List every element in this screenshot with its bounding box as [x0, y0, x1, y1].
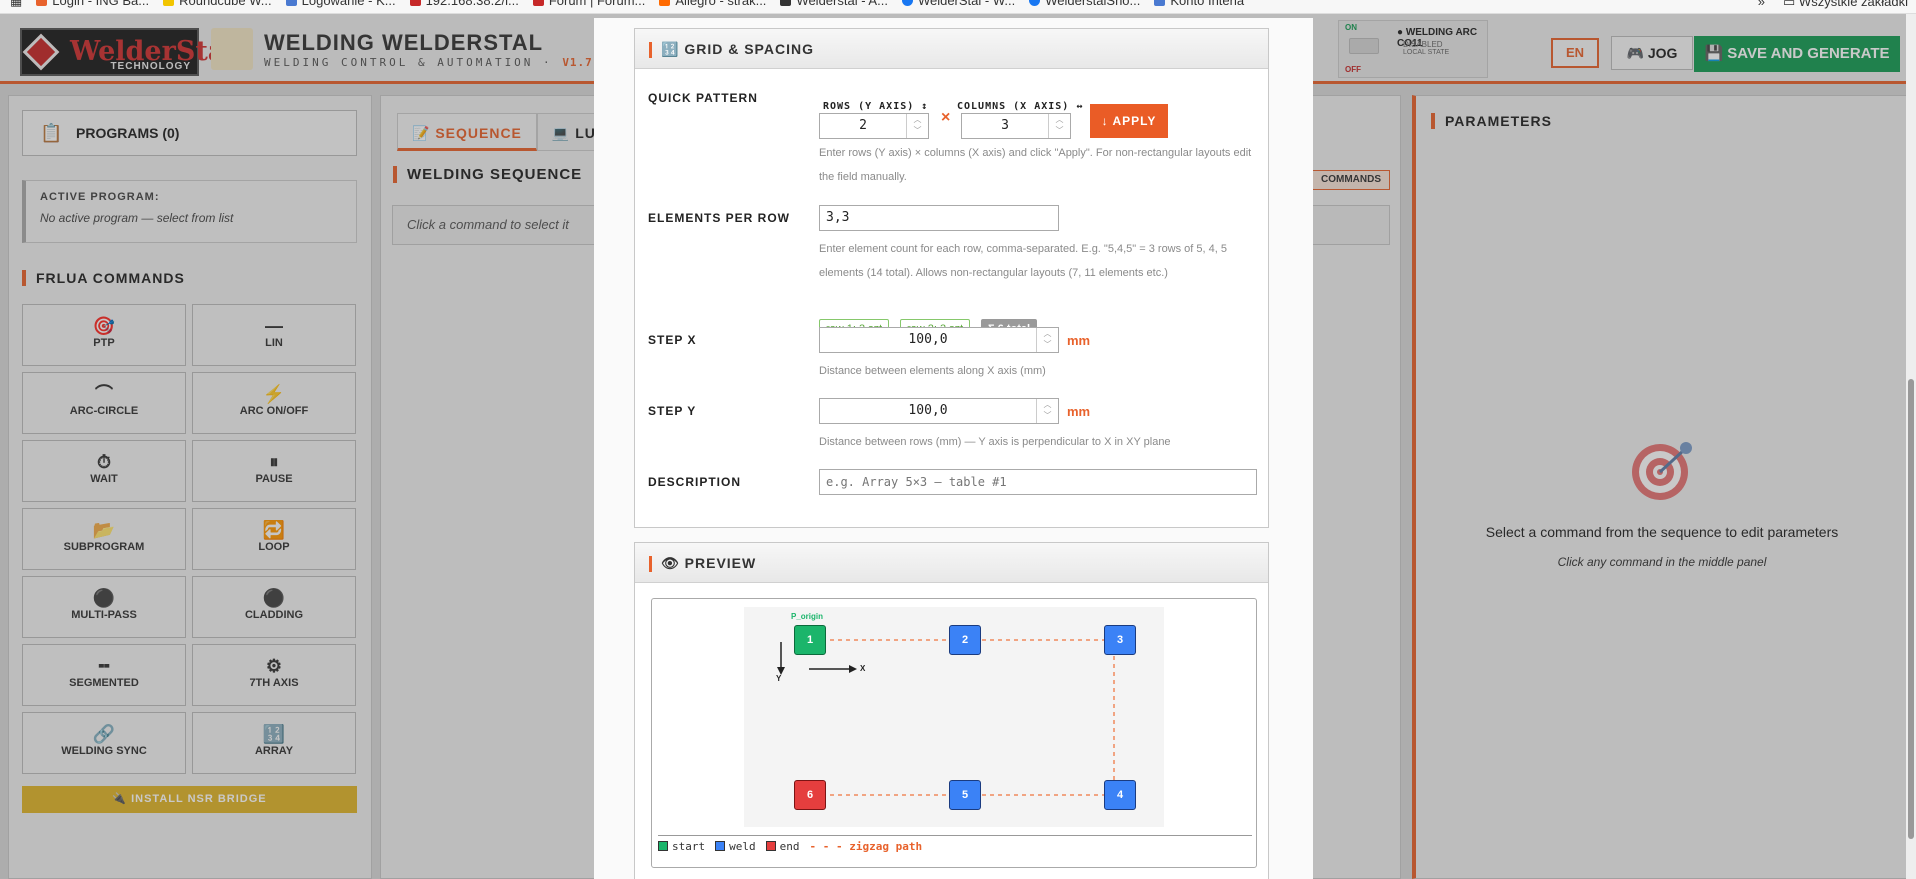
bookmark-label: 192.168.38.2/i...: [425, 0, 519, 8]
preview-header: 👁 PREVIEW: [635, 543, 1268, 583]
quick-pattern-label: QUICK PATTERN: [648, 91, 758, 105]
bookmark-5[interactable]: Allegro - strak...: [659, 0, 766, 8]
preview-node-start: 1: [794, 625, 826, 655]
step-y-hint: Distance between rows (mm) — Y axis is p…: [819, 436, 1171, 448]
step-x-unit: mm: [1067, 333, 1091, 348]
cols-input[interactable]: 3 ︿ ﹀: [961, 113, 1071, 139]
array-modal: 🔢 GRID & SPACING QUICK PATTERN ROWS (Y A…: [594, 18, 1313, 879]
step-x-value: 100,0: [908, 332, 948, 347]
legend-weld-label: weld: [729, 840, 756, 853]
cols-stepper[interactable]: ︿ ﹀: [1048, 114, 1070, 138]
page-scrollbar[interactable]: [1906, 14, 1916, 879]
step-y-value: 100,0: [908, 403, 948, 418]
origin-label: P_origin: [791, 612, 824, 621]
bookmarks-bar: ▦ Login - ING Ba... Roundcube W... Logow…: [0, 0, 1916, 14]
rows-label: ROWS (Y AXIS) ↕: [823, 101, 929, 112]
apps-icon[interactable]: ▦: [10, 0, 22, 9]
preview-node: 3: [1104, 625, 1136, 655]
bookmark-label: Forum | Forum...: [548, 0, 646, 8]
bookmark-2[interactable]: Logowanie - K...: [285, 0, 396, 8]
step-x-label: STEP X: [648, 333, 697, 347]
preview-node: 4: [1104, 780, 1136, 810]
elements-per-row-hint-2: elements (14 total). Allows non-rectangu…: [819, 267, 1168, 279]
all-bookmarks-label: Wszystkie zakładki: [1798, 0, 1908, 9]
preview-title: 👁 PREVIEW: [661, 555, 757, 571]
preview-legend: start weld end - - - zigzag path: [658, 835, 1252, 853]
x-axis-label: X: [860, 664, 866, 673]
preview-section: 👁 PREVIEW P_origin Y X 1 2 3 4 5 6 start…: [634, 542, 1269, 879]
step-y-stepper[interactable]: ︿ ﹀: [1036, 399, 1058, 423]
elements-per-row-hint-1: Enter element count for each row, comma-…: [819, 243, 1227, 255]
bookmark-label: Roundcube W...: [179, 0, 272, 8]
cols-value: 3: [1001, 118, 1009, 133]
bookmark-3[interactable]: 192.168.38.2/i...: [409, 0, 519, 8]
preview-canvas: P_origin Y X 1 2 3 4 5 6 start weld end …: [651, 598, 1257, 868]
description-input[interactable]: [819, 469, 1257, 495]
bookmark-label: Logowanie - K...: [301, 0, 396, 8]
step-y-unit: mm: [1067, 404, 1091, 419]
preview-node: 5: [949, 780, 981, 810]
scrollbar-thumb[interactable]: [1908, 379, 1914, 839]
apply-button[interactable]: ↓ APPLY: [1090, 104, 1168, 138]
description-label: DESCRIPTION: [648, 475, 742, 489]
bookmark-label: Allegro - strak...: [675, 0, 767, 8]
grid-spacing-title: 🔢 GRID & SPACING: [661, 41, 814, 57]
bookmark-label: Welderstal - A...: [796, 0, 888, 8]
bookmark-label: Konto Interia: [1170, 0, 1245, 8]
cols-label: COLUMNS (X AXIS) ↔: [957, 101, 1084, 112]
preview-area: P_origin Y X 1 2 3 4 5 6: [744, 607, 1164, 827]
y-axis-label: Y: [776, 674, 782, 683]
rows-input[interactable]: 2 ︿ ﹀: [819, 113, 929, 139]
step-y-input[interactable]: 100,0 ︿ ﹀: [819, 398, 1059, 424]
all-bookmarks-link[interactable]: ▭ Wszystkie zakładki: [1783, 0, 1908, 10]
bookmark-6[interactable]: Welderstal - A...: [780, 0, 888, 8]
rows-value: 2: [859, 118, 867, 133]
preview-node-end: 6: [794, 780, 826, 810]
legend-start: start: [658, 840, 705, 853]
legend-end-label: end: [779, 840, 800, 853]
bookmark-9[interactable]: Konto Interia: [1154, 0, 1244, 8]
grid-spacing-section: 🔢 GRID & SPACING QUICK PATTERN ROWS (Y A…: [634, 28, 1269, 528]
legend-end: end: [765, 840, 800, 853]
step-x-stepper[interactable]: ︿ ﹀: [1036, 328, 1058, 352]
bookmark-8[interactable]: WelderstalSho...: [1029, 0, 1140, 8]
times-icon: ×: [941, 109, 951, 126]
step-x-hint: Distance between elements along X axis (…: [819, 365, 1046, 377]
bookmark-1[interactable]: Roundcube W...: [163, 0, 272, 8]
grid-spacing-header: 🔢 GRID & SPACING: [635, 29, 1268, 69]
legend-weld: weld: [715, 840, 756, 853]
step-y-label: STEP Y: [648, 404, 697, 418]
bookmarks-more-button[interactable]: »: [1758, 0, 1765, 10]
bookmark-label: WelderStal - W...: [917, 0, 1016, 8]
quick-pattern-hint-2: the field manually.: [819, 171, 907, 183]
rows-stepper[interactable]: ︿ ﹀: [906, 114, 928, 138]
legend-path-label: - - - zigzag path: [809, 840, 923, 853]
bookmark-4[interactable]: Forum | Forum...: [532, 0, 646, 8]
bookmark-7[interactable]: WelderStal - W...: [901, 0, 1016, 8]
bookmark-0[interactable]: Login - ING Ba...: [36, 0, 149, 8]
legend-start-label: start: [672, 840, 706, 853]
elements-per-row-input[interactable]: 3,3: [819, 205, 1059, 231]
bookmark-label: WelderstalSho...: [1045, 0, 1141, 8]
elements-per-row-label: ELEMENTS PER ROW: [648, 211, 791, 225]
step-x-input[interactable]: 100,0 ︿ ﹀: [819, 327, 1059, 353]
preview-node: 2: [949, 625, 981, 655]
bookmark-label: Login - ING Ba...: [52, 0, 150, 8]
quick-pattern-hint-1: Enter rows (Y axis) × columns (X axis) a…: [819, 147, 1252, 159]
